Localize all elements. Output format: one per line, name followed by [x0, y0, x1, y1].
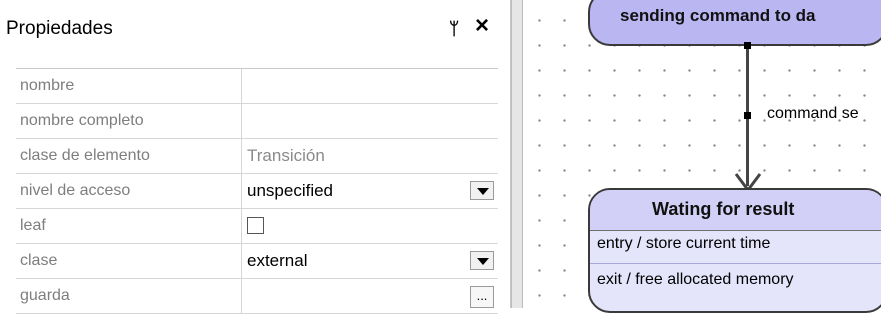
activity-divider	[590, 263, 881, 264]
property-name: nombre	[16, 69, 242, 103]
property-row-clase-de-elemento[interactable]: clase de elemento Transición	[16, 139, 498, 174]
transition-handle-mid[interactable]	[744, 112, 751, 119]
guard-edit-button[interactable]: ...	[470, 286, 494, 308]
property-row-nombre[interactable]: nombre	[16, 69, 498, 104]
transition-handle-top[interactable]	[744, 42, 751, 49]
property-row-nivel-de-acceso[interactable]: nivel de acceso unspecified	[16, 174, 498, 209]
state-sending-command-label: sending command to da	[620, 6, 816, 25]
property-value[interactable]	[243, 69, 498, 103]
access-level-value: unspecified	[247, 181, 334, 200]
property-name: clase de elemento	[16, 139, 242, 173]
property-row-leaf[interactable]: leaf	[16, 209, 498, 244]
properties-grid: nombre nombre completo clase de elemento…	[16, 68, 498, 314]
pin-icon[interactable]: ᛘ	[449, 19, 459, 39]
property-value: Transición	[247, 146, 325, 165]
class-select[interactable]: external	[243, 244, 498, 278]
property-name: leaf	[16, 209, 242, 243]
panel-title: Propiedades	[6, 18, 113, 39]
property-name: nombre completo	[16, 104, 242, 138]
property-name: clase	[16, 244, 242, 278]
property-row-guarda[interactable]: guarda ...	[16, 279, 498, 314]
transition-label[interactable]: command se	[767, 105, 859, 123]
close-icon[interactable]: ×	[475, 14, 489, 38]
property-value[interactable]	[243, 104, 498, 138]
state-waiting-title: Wating for result	[652, 199, 795, 219]
property-row-nombre-completo[interactable]: nombre completo	[16, 104, 498, 139]
chevron-down-icon[interactable]	[470, 251, 494, 270]
state-activity-entry[interactable]: entry / store current time	[597, 235, 770, 253]
state-activity-exit[interactable]: exit / free allocated memory	[597, 271, 794, 289]
property-name: nivel de acceso	[16, 174, 242, 208]
leaf-checkbox[interactable]	[247, 217, 264, 234]
access-level-select[interactable]: unspecified	[243, 174, 498, 208]
class-value: external	[247, 251, 308, 270]
leaf-value	[243, 209, 498, 243]
panel-splitter[interactable]	[511, 0, 523, 308]
property-row-clase[interactable]: clase external	[16, 244, 498, 279]
properties-panel: Propiedades ᛘ × nombre nombre completo c…	[0, 0, 511, 314]
chevron-down-icon[interactable]	[470, 181, 494, 200]
